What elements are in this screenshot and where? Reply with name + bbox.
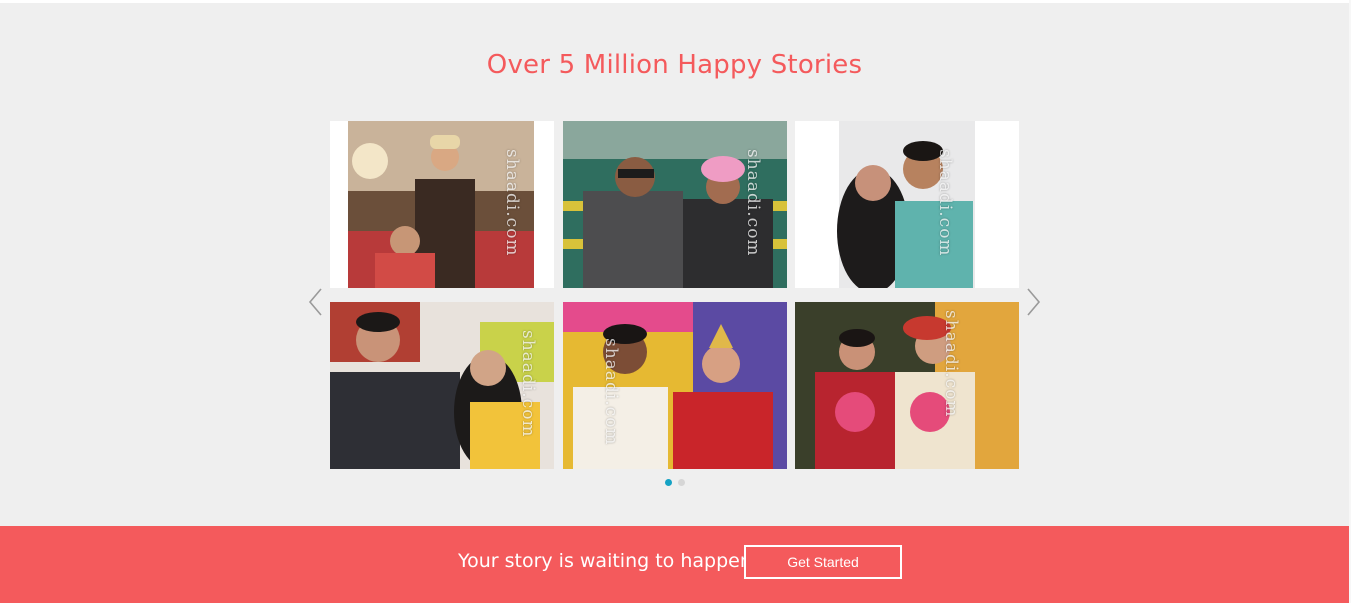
watermark-text: shaadi.com bbox=[601, 338, 621, 446]
get-started-button[interactable]: Get Started bbox=[744, 545, 902, 579]
chevron-left-icon bbox=[308, 288, 322, 316]
stories-carousel: shaadi.com shaadi.com shaadi.com shaadi.… bbox=[330, 121, 1020, 469]
watermark-text: shaadi.com bbox=[502, 149, 522, 257]
watermark-text: shaadi.com bbox=[743, 149, 763, 257]
story-photo[interactable]: shaadi.com bbox=[563, 302, 787, 469]
cta-banner: Your story is waiting to happen! Get Sta… bbox=[0, 526, 1349, 603]
story-photo[interactable]: shaadi.com bbox=[330, 121, 554, 288]
watermark-text: shaadi.com bbox=[935, 149, 955, 257]
happy-stories-section: Over 5 Million Happy Stories shaadi.com bbox=[0, 3, 1349, 526]
pagination-dot-2[interactable] bbox=[677, 479, 685, 486]
carousel-next-button[interactable] bbox=[1022, 286, 1044, 318]
carousel-pagination bbox=[0, 479, 1349, 486]
section-title: Over 5 Million Happy Stories bbox=[486, 50, 863, 80]
story-photo[interactable]: shaadi.com bbox=[795, 302, 1019, 469]
cta-text: Your story is waiting to happen! bbox=[458, 550, 760, 572]
story-photo[interactable]: shaadi.com bbox=[330, 302, 554, 469]
watermark-text: shaadi.com bbox=[941, 310, 961, 418]
story-photo[interactable]: shaadi.com bbox=[795, 121, 1019, 288]
pagination-dot-1[interactable] bbox=[664, 479, 672, 486]
carousel-prev-button[interactable] bbox=[305, 286, 327, 318]
watermark-text: shaadi.com bbox=[518, 330, 538, 438]
chevron-right-icon bbox=[1027, 288, 1041, 316]
story-photo[interactable]: shaadi.com bbox=[563, 121, 787, 288]
